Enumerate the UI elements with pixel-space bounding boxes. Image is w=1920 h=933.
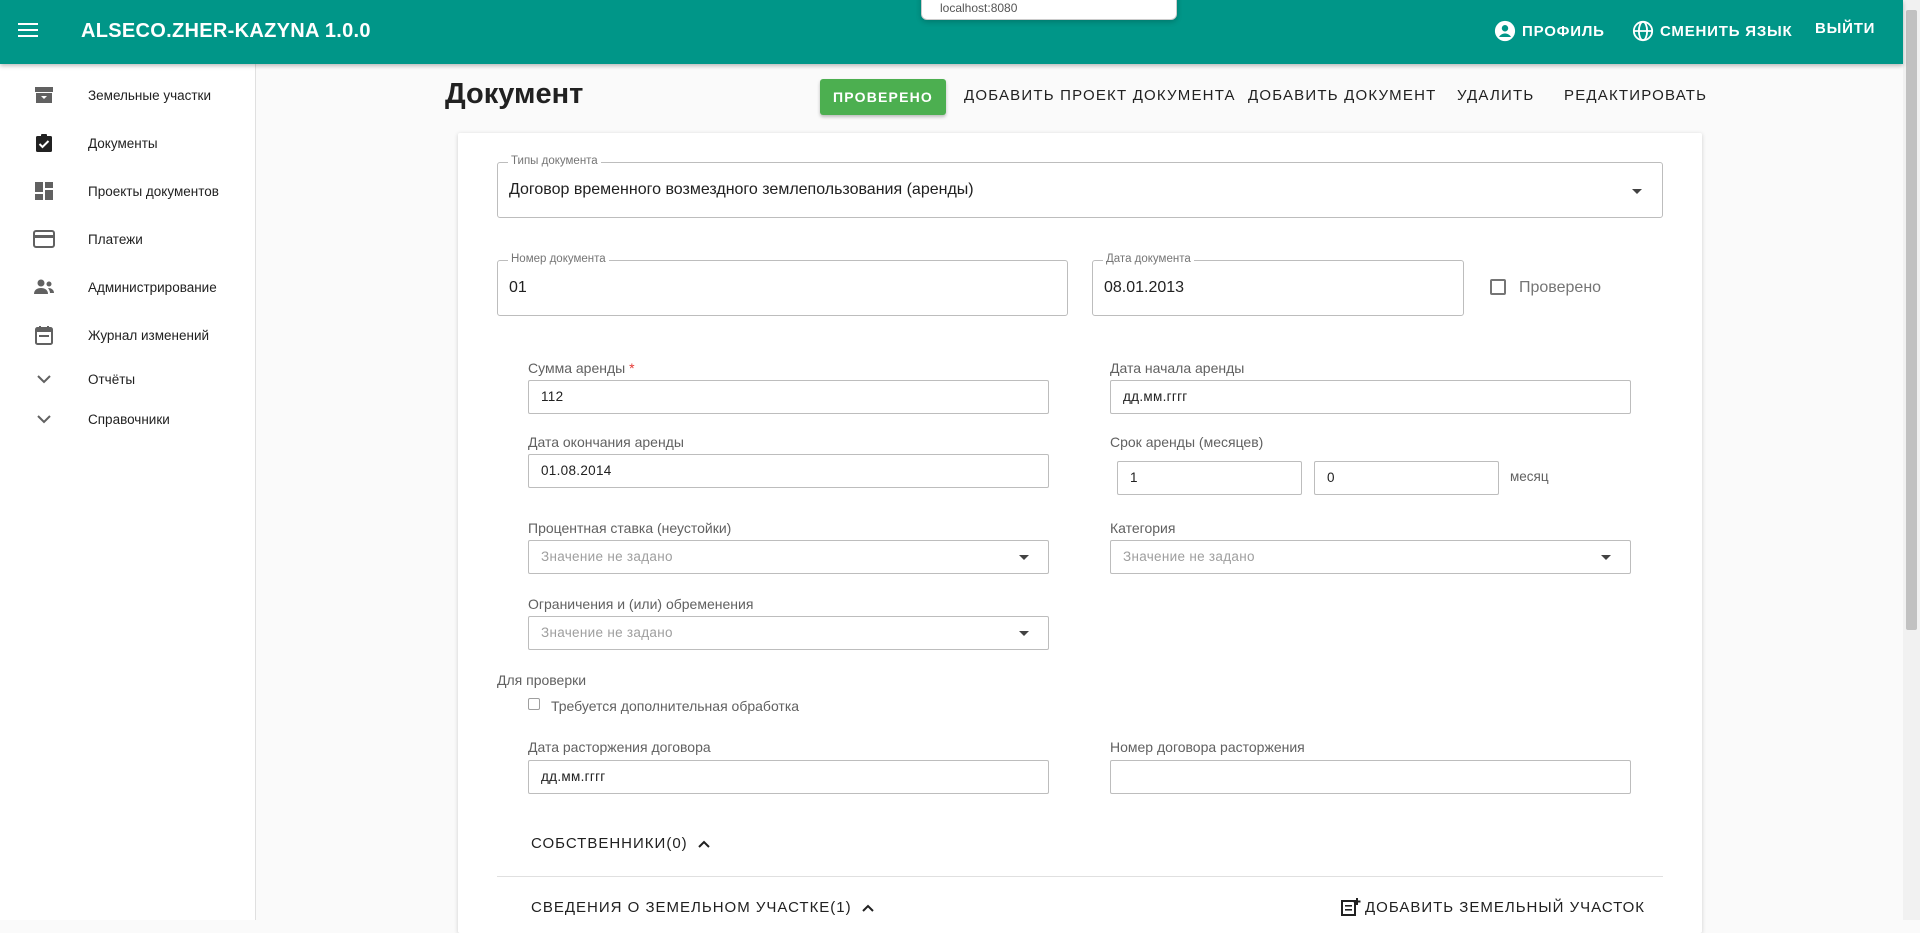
dropdown-arrow-icon bbox=[1632, 189, 1642, 194]
sidebar-item-label: Земельные участки bbox=[88, 87, 212, 103]
globe-icon bbox=[1632, 20, 1654, 42]
sidebar-item-label: Справочники bbox=[88, 411, 170, 427]
sidebar-item-reports[interactable]: Отчёты bbox=[0, 359, 255, 399]
document-type-label: Типы документа bbox=[508, 155, 601, 167]
add-document-button[interactable]: ДОБАВИТЬ ДОКУМЕНТ bbox=[1248, 87, 1436, 104]
termination-number-input[interactable] bbox=[1110, 760, 1631, 794]
sidebar-item-label: Администрирование bbox=[88, 279, 217, 295]
delete-button[interactable]: УДАЛИТЬ bbox=[1457, 87, 1534, 104]
rent-start-label: Дата начала аренды bbox=[1110, 360, 1245, 376]
sidebar-item-land-plots[interactable]: Земельные участки bbox=[0, 75, 255, 115]
account-circle-icon bbox=[1494, 20, 1516, 42]
rent-term-label: Срок аренды (месяцев) bbox=[1110, 434, 1264, 450]
sidebar-item-document-projects[interactable]: Проекты документов bbox=[0, 171, 255, 211]
sidebar: Земельные участки Документы Проекты доку… bbox=[0, 64, 256, 920]
edit-button[interactable]: РЕДАКТИРОВАТЬ bbox=[1564, 87, 1707, 104]
sidebar-item-references[interactable]: Справочники bbox=[0, 399, 255, 439]
rent-sum-input[interactable]: 112 bbox=[528, 380, 1049, 414]
dropdown-arrow-icon bbox=[1601, 555, 1611, 560]
add-document-project-button[interactable]: ДОБАВИТЬ ПРОЕКТ ДОКУМЕНТА bbox=[964, 87, 1236, 104]
restrictions-label: Ограничения и (или) обременения bbox=[528, 596, 754, 612]
logout-button[interactable]: ВЫЙТИ bbox=[1815, 20, 1875, 37]
profile-label: ПРОФИЛЬ bbox=[1522, 22, 1605, 40]
termination-number-label: Номер договора расторжения bbox=[1110, 739, 1305, 755]
calendar-icon bbox=[33, 324, 55, 346]
extra-processing-checkbox[interactable] bbox=[528, 698, 540, 710]
chevron-down-icon bbox=[33, 408, 55, 430]
add-land-plot-button[interactable]: ДОБАВИТЬ ЗЕМЕЛЬНЫЙ УЧАСТОК bbox=[1341, 898, 1645, 916]
dropdown-arrow-icon bbox=[1019, 631, 1029, 636]
sidebar-item-payments[interactable]: Платежи bbox=[0, 219, 255, 259]
logout-label: ВЫЙТИ bbox=[1815, 20, 1876, 37]
sidebar-item-label: Журнал изменений bbox=[88, 327, 210, 343]
dashboard-icon bbox=[33, 180, 55, 202]
land-info-section-toggle[interactable]: СВЕДЕНИЯ О ЗЕМЕЛЬНОМ УЧАСТКЕ(1) bbox=[531, 899, 874, 916]
sidebar-item-label: Платежи bbox=[88, 231, 143, 247]
rent-end-label: Дата окончания аренды bbox=[528, 434, 684, 450]
owners-section-toggle[interactable]: СОБСТВЕННИКИ(0) bbox=[531, 835, 710, 852]
owners-section-label: СОБСТВЕННИКИ(0) bbox=[531, 835, 688, 852]
sidebar-item-label: Проекты документов bbox=[88, 183, 219, 199]
change-language-button[interactable]: СМЕНИТЬ ЯЗЫК bbox=[1632, 20, 1792, 42]
rent-start-date-input[interactable]: дд.мм.гггг bbox=[1110, 380, 1631, 414]
termination-date-label: Дата расторжения договора bbox=[528, 739, 711, 755]
category-label: Категория bbox=[1110, 520, 1176, 536]
category-value: Значение не задано bbox=[1123, 549, 1255, 564]
rent-term-input-2[interactable]: 0 bbox=[1314, 461, 1499, 495]
termination-date-input[interactable]: дд.мм.гггг bbox=[528, 760, 1049, 794]
url-tooltip: localhost:8080 bbox=[921, 0, 1177, 20]
playlist-add-icon bbox=[1341, 898, 1361, 916]
add-land-plot-label: ДОБАВИТЬ ЗЕМЕЛЬНЫЙ УЧАСТОК bbox=[1365, 898, 1646, 916]
sidebar-item-label: Документы bbox=[88, 135, 158, 151]
chevron-up-icon bbox=[697, 840, 710, 848]
document-date-label: Дата документа bbox=[1103, 253, 1194, 265]
sidebar-item-administration[interactable]: Администрирование bbox=[0, 267, 255, 307]
document-number-label: Номер документа bbox=[508, 253, 609, 265]
archive-icon bbox=[33, 84, 55, 106]
clipboard-check-icon bbox=[33, 132, 55, 154]
people-icon bbox=[33, 276, 55, 298]
rent-term-input-1[interactable]: 1 bbox=[1117, 461, 1302, 495]
interest-rate-label: Процентная ставка (неустойки) bbox=[528, 520, 732, 536]
document-type-select[interactable]: Типы документа Договор временного возмез… bbox=[497, 155, 1663, 218]
extra-processing-label: Требуется дополнительная обработка bbox=[551, 698, 800, 714]
category-select[interactable]: Значение не задано bbox=[1110, 540, 1631, 574]
page-title: Документ bbox=[445, 78, 584, 110]
rent-sum-label-text: Сумма аренды bbox=[528, 360, 626, 376]
verified-checkbox-label: Проверено bbox=[1519, 279, 1602, 296]
document-date-field[interactable]: Дата документа 08.01.2013 bbox=[1092, 253, 1464, 316]
verified-checkbox[interactable] bbox=[1490, 279, 1506, 295]
sidebar-item-change-log[interactable]: Журнал изменений bbox=[0, 315, 255, 355]
chevron-up-icon bbox=[861, 904, 874, 912]
scrollbar-thumb[interactable] bbox=[1906, 10, 1917, 630]
app-title: ALSECO.ZHER-KAZYNA 1.0.0 bbox=[81, 20, 371, 42]
document-number-value: 01 bbox=[509, 279, 527, 296]
sidebar-item-label: Отчёты bbox=[88, 371, 136, 387]
restrictions-value: Значение не задано bbox=[541, 625, 673, 640]
credit-card-icon bbox=[33, 228, 55, 250]
section-divider bbox=[497, 876, 1663, 877]
for-check-label: Для проверки bbox=[497, 672, 587, 688]
required-mark: * bbox=[629, 360, 635, 376]
document-type-value: Договор временного возмездного землеполь… bbox=[509, 181, 974, 198]
profile-button[interactable]: ПРОФИЛЬ bbox=[1494, 20, 1605, 42]
document-date-value: 08.01.2013 bbox=[1104, 279, 1185, 296]
land-info-section-label: СВЕДЕНИЯ О ЗЕМЕЛЬНОМ УЧАСТКЕ(1) bbox=[531, 899, 852, 916]
rent-term-unit: месяц bbox=[1510, 469, 1549, 484]
restrictions-select[interactable]: Значение не задано bbox=[528, 616, 1049, 650]
verified-button[interactable]: ПРОВЕРЕНО bbox=[820, 79, 946, 115]
interest-rate-value: Значение не задано bbox=[541, 549, 673, 564]
chevron-down-icon bbox=[33, 368, 55, 390]
rent-sum-label: Сумма аренды * bbox=[528, 360, 635, 376]
interest-rate-select[interactable]: Значение не задано bbox=[528, 540, 1049, 574]
document-number-field[interactable]: Номер документа 01 bbox=[497, 253, 1068, 316]
rent-end-date-input[interactable]: 01.08.2014 bbox=[528, 454, 1049, 488]
dropdown-arrow-icon bbox=[1019, 555, 1029, 560]
menu-icon[interactable] bbox=[16, 19, 40, 43]
sidebar-item-documents[interactable]: Документы bbox=[0, 123, 255, 163]
change-language-label: СМЕНИТЬ ЯЗЫК bbox=[1660, 22, 1793, 40]
